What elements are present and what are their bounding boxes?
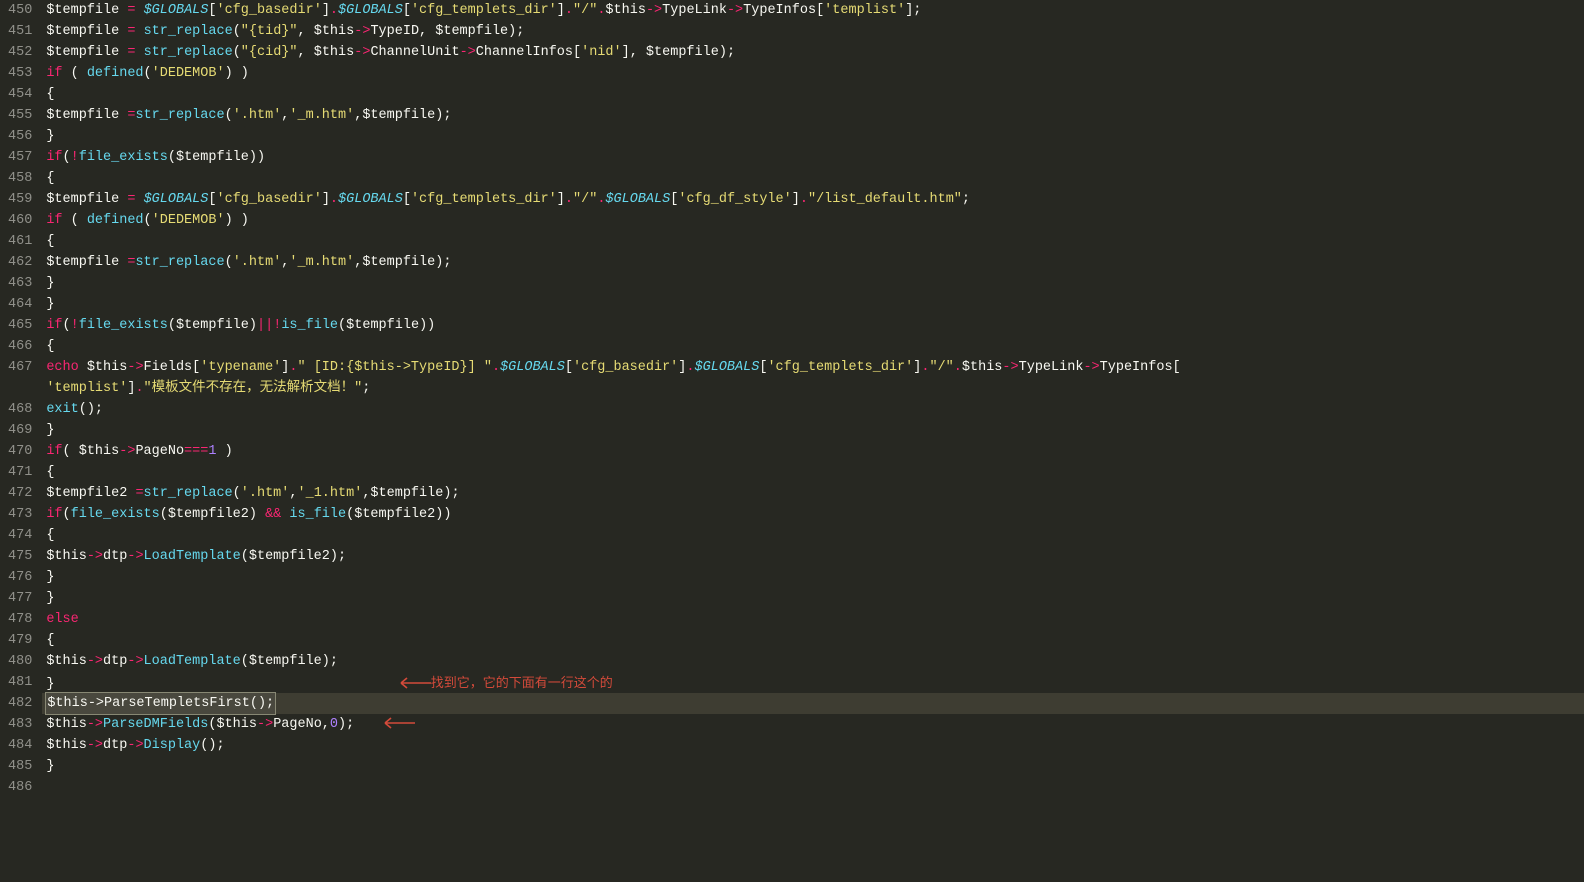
line-number: 481 [8, 672, 32, 693]
code-line[interactable]: if(file_exists($tempfile2) && is_file($t… [42, 504, 1584, 525]
code-line[interactable]: } [42, 756, 1584, 777]
line-number: 482 [8, 693, 32, 714]
code-line[interactable]: } [42, 126, 1584, 147]
code-line[interactable]: } [42, 420, 1584, 441]
line-number: 486 [8, 777, 32, 798]
code-line[interactable]: { [42, 231, 1584, 252]
line-number: 463 [8, 273, 32, 294]
code-line[interactable]: { [42, 168, 1584, 189]
line-number: 457 [8, 147, 32, 168]
code-line[interactable]: $this->dtp->Display(); [42, 735, 1584, 756]
line-number: 451 [8, 21, 32, 42]
line-number: 455 [8, 105, 32, 126]
code-line[interactable]: if ( defined('DEDEMOB') ) [42, 63, 1584, 84]
code-line[interactable]: } [42, 273, 1584, 294]
code-line[interactable]: $tempfile = str_replace("{cid}", $this->… [42, 42, 1584, 63]
code-line[interactable]: else [42, 609, 1584, 630]
code-line[interactable]: } [42, 567, 1584, 588]
code-line[interactable]: } [42, 294, 1584, 315]
line-number: 462 [8, 252, 32, 273]
code-line[interactable]: $this->dtp->LoadTemplate($tempfile); [42, 651, 1584, 672]
line-number: 460 [8, 210, 32, 231]
line-number: 459 [8, 189, 32, 210]
line-number: 458 [8, 168, 32, 189]
annotation-arrow-icon [395, 677, 431, 689]
line-number: 461 [8, 231, 32, 252]
code-line[interactable]: if ( defined('DEDEMOB') ) [42, 210, 1584, 231]
code-line[interactable]: } [42, 588, 1584, 609]
code-line[interactable]: { [42, 462, 1584, 483]
code-line[interactable]: $tempfile = str_replace("{tid}", $this->… [42, 21, 1584, 42]
line-number: 454 [8, 84, 32, 105]
line-number: 450 [8, 0, 32, 21]
code-line[interactable]: 'templist']."模板文件不存在，无法解析文档！"; [42, 378, 1584, 399]
line-number: 452 [8, 42, 32, 63]
line-number: 456 [8, 126, 32, 147]
line-number: 467 [8, 357, 32, 378]
line-number: 476 [8, 567, 32, 588]
code-line[interactable]: $this->ParseDMFields($this->PageNo,0); [42, 714, 1584, 735]
line-number: 472 [8, 483, 32, 504]
line-number: 465 [8, 315, 32, 336]
line-number: 471 [8, 462, 32, 483]
code-line[interactable]: { [42, 84, 1584, 105]
line-number: 483 [8, 714, 32, 735]
code-region[interactable]: $tempfile = $GLOBALS['cfg_basedir'].$GLO… [42, 0, 1584, 882]
code-line[interactable] [42, 777, 1584, 798]
code-line[interactable]: $tempfile = $GLOBALS['cfg_basedir'].$GLO… [42, 189, 1584, 210]
line-number: 480 [8, 651, 32, 672]
line-number: 479 [8, 630, 32, 651]
line-number: 453 [8, 63, 32, 84]
line-number: 484 [8, 735, 32, 756]
line-number: 478 [8, 609, 32, 630]
line-number: 470 [8, 441, 32, 462]
annotation-arrow-icon [379, 717, 415, 729]
code-line[interactable]: $this->ParseTempletsFirst(); [42, 693, 1584, 714]
code-line[interactable]: $tempfile = $GLOBALS['cfg_basedir'].$GLO… [42, 0, 1584, 21]
code-line[interactable]: { [42, 525, 1584, 546]
selected-text[interactable]: $this->ParseTempletsFirst(); [46, 693, 275, 714]
code-line[interactable]: if(!file_exists($tempfile)) [42, 147, 1584, 168]
annotation-label: 找到它，它的下面有一行这个的 [431, 675, 613, 690]
code-line[interactable]: exit(); [42, 399, 1584, 420]
code-line[interactable]: if(!file_exists($tempfile)||!is_file($te… [42, 315, 1584, 336]
code-line[interactable]: $tempfile =str_replace('.htm','_m.htm',$… [42, 252, 1584, 273]
line-number: 477 [8, 588, 32, 609]
code-line[interactable]: } 找到它，它的下面有一行这个的 [42, 672, 1584, 693]
code-line[interactable]: $this->dtp->LoadTemplate($tempfile2); [42, 546, 1584, 567]
code-line[interactable]: if( $this->PageNo===1 ) [42, 441, 1584, 462]
code-line[interactable]: $tempfile =str_replace('.htm','_m.htm',$… [42, 105, 1584, 126]
line-number-gutter: 4504514524534544554564574584594604614624… [0, 0, 42, 882]
line-number: 466 [8, 336, 32, 357]
line-number: 474 [8, 525, 32, 546]
line-number: 464 [8, 294, 32, 315]
code-editor[interactable]: 4504514524534544554564574584594604614624… [0, 0, 1584, 882]
code-line[interactable]: { [42, 336, 1584, 357]
code-line[interactable]: $tempfile2 =str_replace('.htm','_1.htm',… [42, 483, 1584, 504]
line-number: 469 [8, 420, 32, 441]
line-number [8, 378, 32, 399]
line-number: 475 [8, 546, 32, 567]
line-number: 473 [8, 504, 32, 525]
code-line[interactable]: { [42, 630, 1584, 651]
line-number: 468 [8, 399, 32, 420]
code-line[interactable]: echo $this->Fields['typename']." [ID:{$t… [42, 357, 1584, 378]
line-number: 485 [8, 756, 32, 777]
